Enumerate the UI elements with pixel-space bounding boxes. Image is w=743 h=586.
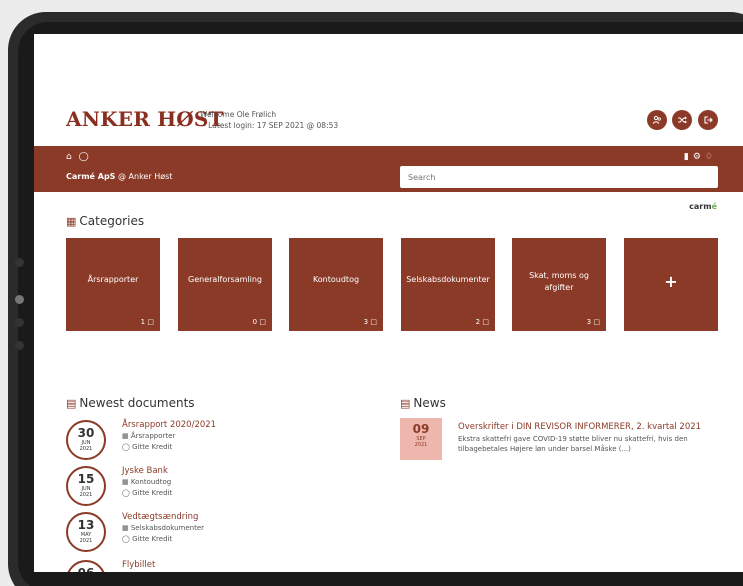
- bell-icon[interactable]: ♢: [705, 152, 717, 162]
- user-circle-icon: ◯: [122, 535, 130, 543]
- carme-logo-accent: é: [711, 202, 717, 211]
- shuffle-button[interactable]: [672, 110, 692, 130]
- category-tile[interactable]: Selskabsdokumenter 2 □: [401, 238, 495, 331]
- document-title[interactable]: Flybillet: [122, 560, 155, 570]
- category-count: 0 □: [252, 318, 266, 326]
- date-year: 2021: [414, 442, 428, 448]
- company-suffix: @ Anker Høst: [118, 172, 173, 181]
- company-name: Carmé ApS: [66, 172, 116, 181]
- company-label: Carmé ApS @ Anker Høst: [66, 172, 172, 181]
- date-day: 13: [77, 518, 95, 532]
- document-icon[interactable]: ▮: [684, 152, 693, 162]
- file-text-icon: ▤: [66, 397, 77, 410]
- date-day: 15: [77, 472, 95, 486]
- category-label: Selskabsdokumenter: [406, 275, 490, 284]
- document-item[interactable]: 06 Flybillet: [66, 560, 366, 572]
- file-icon: □: [147, 318, 154, 326]
- date-year: 2021: [79, 538, 93, 544]
- last-login-line: - Latest login: 17 SEP 2021 @ 08:53: [203, 121, 339, 130]
- screen: ANKER HØST Welcome Ole Frølich - Latest …: [34, 34, 743, 572]
- user-circle-icon: ◯: [122, 489, 130, 497]
- date-day: 06: [68, 567, 104, 573]
- date-year: 2021: [79, 492, 93, 498]
- header: ANKER HØST Welcome Ole Frølich - Latest …: [34, 104, 743, 146]
- category-tile[interactable]: Årsrapporter 1 □: [66, 238, 160, 331]
- side-button: [15, 258, 24, 267]
- file-icon: □: [593, 318, 600, 326]
- document-title[interactable]: Vedtægtsændring: [122, 512, 198, 522]
- category-count: 3 □: [363, 318, 377, 326]
- users-button[interactable]: [647, 110, 667, 130]
- gear-icon[interactable]: ⚙: [693, 152, 705, 162]
- news-heading: ▤ News: [400, 396, 446, 410]
- add-category-button[interactable]: +: [624, 238, 718, 331]
- news-title: News: [413, 396, 446, 410]
- user-circle-icon: ◯: [122, 443, 130, 451]
- grid-icon: ▦: [66, 215, 77, 228]
- date-badge: 06: [66, 560, 106, 572]
- carme-logo-text: carm: [689, 202, 712, 211]
- category-count: 1 □: [140, 318, 154, 326]
- document-category: ▦ Årsrapporter: [122, 432, 176, 440]
- date-day: 30: [77, 426, 95, 440]
- welcome-text: Welcome Ole Frølich - Latest login: 17 S…: [200, 109, 338, 131]
- grid-icon: ▦: [122, 478, 129, 486]
- news-item-body: Ekstra skattefri gave COVID-19 støtte bl…: [458, 435, 688, 453]
- plus-icon: +: [664, 272, 678, 291]
- document-title[interactable]: Årsrapport 2020/2021: [122, 420, 216, 430]
- file-icon: □: [259, 318, 266, 326]
- document-item[interactable]: 13 MAY 2021 Vedtægtsændring ▦ Selskabsdo…: [66, 512, 366, 558]
- category-label: Skat, moms og afgifter: [529, 271, 589, 292]
- category-count: 3 □: [586, 318, 600, 326]
- logout-button[interactable]: [698, 110, 718, 130]
- category-tile[interactable]: Skat, moms og afgifter 3 □: [512, 238, 606, 331]
- category-label: Kontoudtog: [312, 275, 360, 284]
- band-left-icons: ⌂ ◯: [66, 152, 89, 162]
- file-icon: □: [482, 318, 489, 326]
- document-item[interactable]: 15 JUN 2021 Jyske Bank ▦ Kontoudtog ◯ Gi…: [66, 466, 366, 512]
- document-category: ▦ Kontoudtog: [122, 478, 172, 486]
- date-year: 2021: [79, 446, 93, 452]
- document-item[interactable]: 30 JUN 2021 Årsrapport 2020/2021 ▦ Årsra…: [66, 420, 366, 466]
- date-day: 09: [412, 422, 430, 436]
- newest-documents-heading: ▤ Newest documents: [66, 396, 195, 410]
- shuffle-icon: [678, 116, 688, 124]
- grid-icon: ▦: [122, 524, 129, 532]
- category-tile[interactable]: Kontoudtog 3 □: [289, 238, 383, 331]
- category-count: 2 □: [475, 318, 489, 326]
- categories-title: Categories: [79, 214, 145, 228]
- band-right-icons: ▮⚙♢: [684, 152, 717, 162]
- welcome-line: Welcome Ole Frølich: [200, 110, 277, 119]
- news-item-title[interactable]: Overskrifter i DIN REVISOR INFORMERER, 2…: [458, 422, 701, 432]
- side-button: [15, 341, 24, 350]
- category-tile[interactable]: Generalforsamling 0 □: [178, 238, 272, 331]
- home-icon[interactable]: ⌂: [66, 152, 72, 162]
- search-input[interactable]: [400, 166, 718, 188]
- date-badge: 30 JUN 2021: [66, 420, 106, 460]
- document-category: ▦ Selskabsdokumenter: [122, 524, 205, 532]
- side-button: [15, 318, 24, 327]
- users-icon: [652, 115, 661, 124]
- newspaper-icon: ▤: [400, 397, 411, 410]
- date-badge: 13 MAY 2021: [66, 512, 106, 552]
- date-badge: 15 JUN 2021: [66, 466, 106, 506]
- grid-icon: ▦: [122, 432, 129, 440]
- newest-documents-title: Newest documents: [79, 396, 195, 410]
- document-author: ◯ Gitte Kredit: [122, 489, 173, 497]
- document-author: ◯ Gitte Kredit: [122, 443, 173, 451]
- document-title[interactable]: Jyske Bank: [122, 466, 168, 476]
- company-band: ⌂ ◯ Carmé ApS @ Anker Høst ▮⚙♢: [34, 146, 743, 192]
- logout-icon: [704, 116, 713, 124]
- categories-heading: ▦ Categories: [66, 214, 144, 228]
- document-author: ◯ Gitte Kredit: [122, 535, 173, 543]
- user-circle-icon[interactable]: ◯: [79, 152, 89, 162]
- category-label: Årsrapporter: [87, 275, 139, 284]
- side-button: [15, 295, 24, 304]
- carme-logo: carmé: [689, 202, 717, 211]
- category-label: Generalforsamling: [188, 275, 262, 284]
- news-date-badge: 09 SEP 2021: [400, 418, 442, 460]
- file-icon: □: [370, 318, 377, 326]
